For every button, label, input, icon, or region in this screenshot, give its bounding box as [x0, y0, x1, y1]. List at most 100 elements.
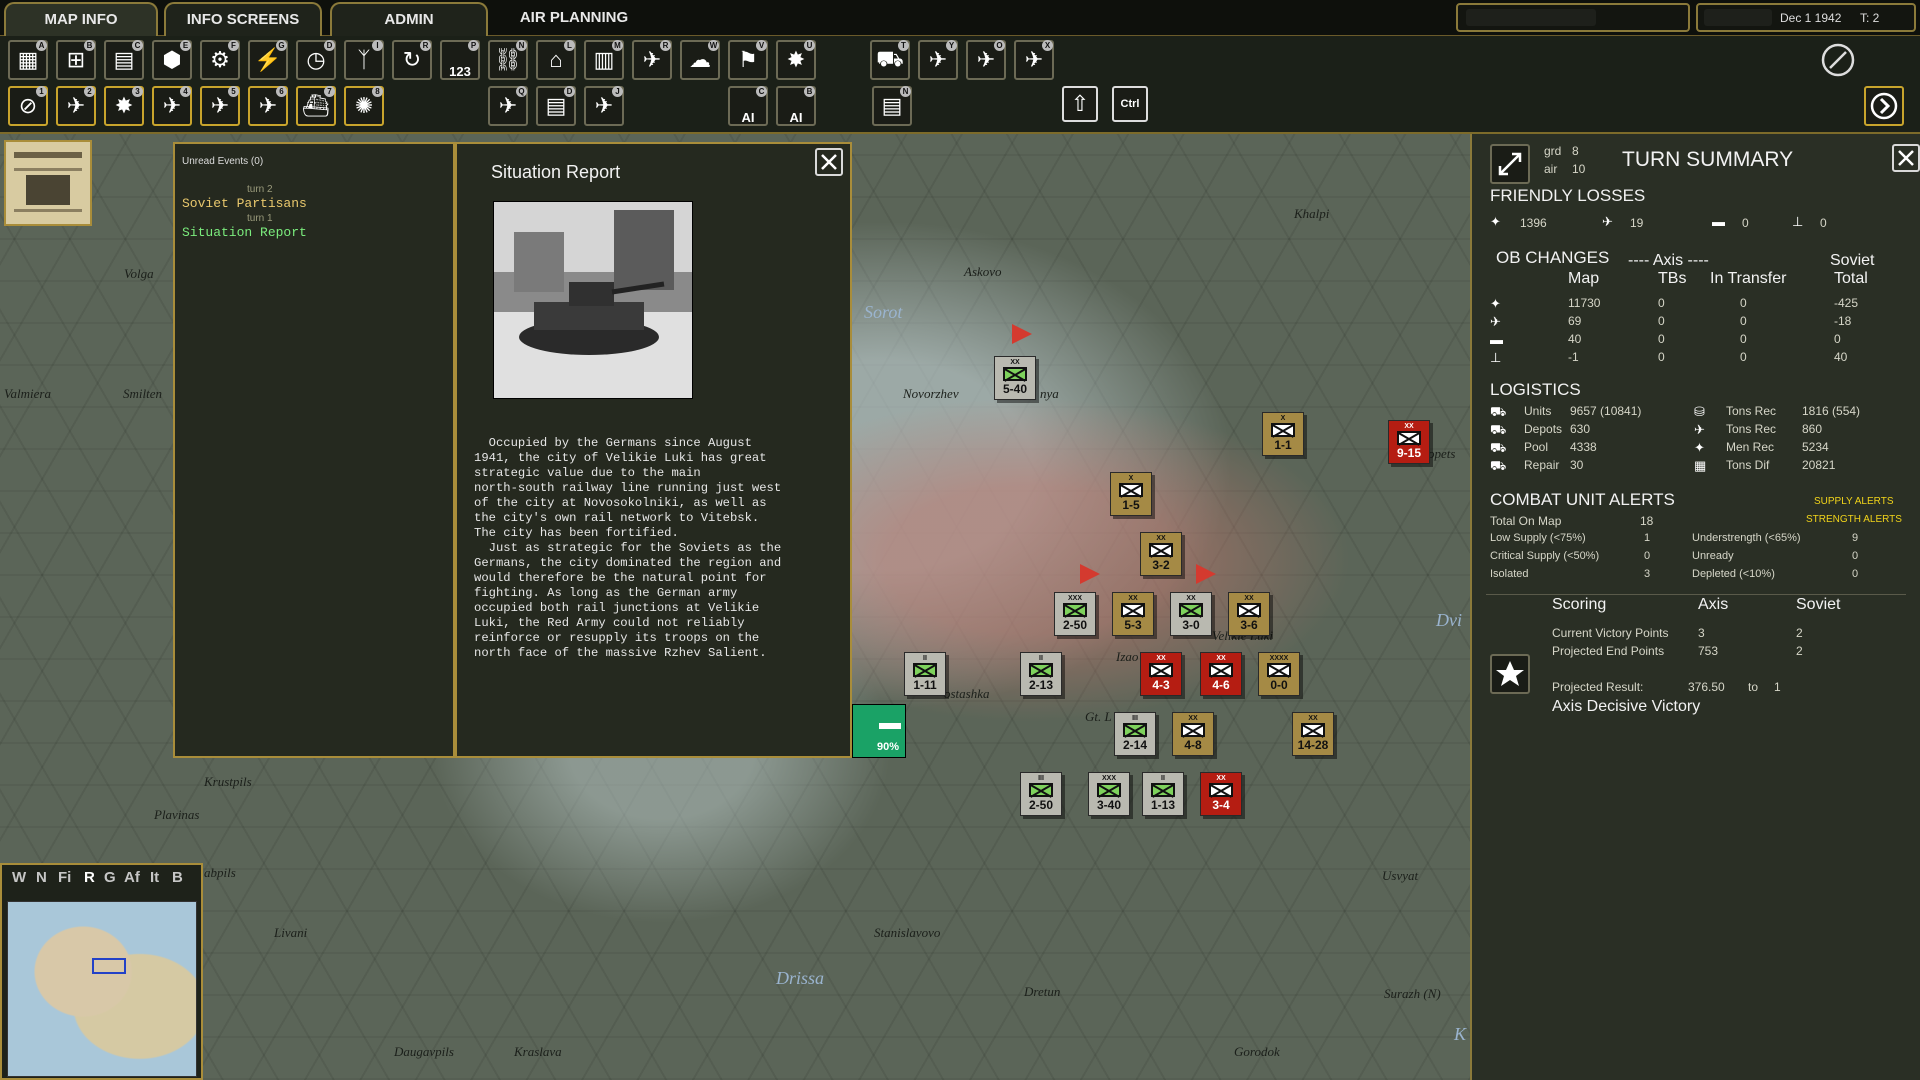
ctrl-key-button[interactable]: Ctrl — [1112, 86, 1148, 122]
compass-button[interactable] — [1818, 40, 1858, 80]
unit-counter[interactable]: XX 5-3 — [1112, 592, 1154, 636]
unit-counter[interactable]: X 1-5 — [1110, 472, 1152, 516]
unit-counter[interactable]: XX 9-15 — [1388, 420, 1430, 464]
unit-counter[interactable]: III 2-50 — [1020, 772, 1062, 816]
factory-button[interactable]: ⌂ L — [536, 40, 576, 80]
airfield-button[interactable]: ✈ R — [632, 40, 672, 80]
air-strike-button[interactable]: ✈ 6 — [248, 86, 288, 126]
hotkey-badge: P — [468, 40, 479, 51]
supply-truck-button[interactable]: ⛟ T — [870, 40, 910, 80]
tab-admin[interactable]: ADMIN — [330, 2, 488, 36]
air-cancel-button[interactable]: ⊘ 1 — [8, 86, 48, 126]
air-interdict-icon: ✈ — [210, 93, 230, 118]
hex-group-button[interactable]: ⬢ E — [152, 40, 192, 80]
unit-counter[interactable]: XX 14-28 — [1292, 712, 1334, 756]
air-directive-button[interactable]: ✈ Q — [488, 86, 528, 126]
minimap-viewport[interactable] — [92, 958, 126, 974]
doc-list-button[interactable]: ▤ N — [872, 86, 912, 126]
friendly-losses-title: FRIENDLY LOSSES — [1490, 186, 1646, 205]
flag-button[interactable]: ⚑ V — [728, 40, 768, 80]
supply-hex-marker[interactable]: 90% — [852, 704, 906, 758]
tab-map-info[interactable]: MAP INFO — [4, 2, 158, 36]
alert-value: 9 — [1852, 532, 1859, 544]
next-turn-button[interactable] — [1864, 86, 1904, 126]
building-button[interactable]: ▥ M — [584, 40, 624, 80]
scoring-soviet-header: Soviet — [1796, 596, 1841, 613]
ai-on-button[interactable]: AI C — [728, 86, 768, 126]
air-blast-button[interactable]: ✺ 8 — [344, 86, 384, 126]
network-button[interactable]: ⛓ N — [488, 40, 528, 80]
button-text: AI — [789, 110, 803, 125]
minimap-tab-b[interactable]: B — [172, 869, 183, 886]
strength-alerts-link[interactable]: STRENGTH ALERTS — [1806, 514, 1902, 525]
explosion-button[interactable]: ✸ U — [776, 40, 816, 80]
truck-icon: ⛟ — [1490, 458, 1507, 473]
minimap-tab-w[interactable]: W — [12, 869, 26, 886]
event-soviet-partisans[interactable]: Soviet Partisans — [182, 196, 307, 211]
minimap-tab-n[interactable]: N — [36, 869, 47, 886]
supply-alerts-link[interactable]: SUPPLY ALERTS — [1814, 496, 1894, 507]
unit-counter[interactable]: II 1-11 — [904, 652, 946, 696]
cycle-button[interactable]: ↻ R — [392, 40, 432, 80]
minimap-tab-it[interactable]: It — [150, 869, 159, 886]
victory-star-button[interactable] — [1490, 654, 1530, 694]
artillery-button[interactable]: ⚡ G — [248, 40, 288, 80]
air-ground-button[interactable]: ✈ 2 — [56, 86, 96, 126]
radio-tower-button[interactable]: ᛉI — [344, 40, 384, 80]
unit-counter[interactable]: XX 4-6 — [1200, 652, 1242, 696]
unit-counter-hq[interactable]: XXX 2-50 — [1054, 592, 1096, 636]
air-mission-button[interactable]: ✈ O — [966, 40, 1006, 80]
unit-counter[interactable]: XX 5-40 — [994, 356, 1036, 400]
air-interdict-button[interactable]: ✈ 5 — [200, 86, 240, 126]
weather-button[interactable]: ☁ W — [680, 40, 720, 80]
air-city-button[interactable]: ✈ 4 — [152, 86, 192, 126]
unit-counter-hq[interactable]: XXX 3-40 — [1088, 772, 1130, 816]
shift-key-button[interactable]: ⇧ — [1062, 86, 1098, 122]
ob-cell: 0 — [1740, 314, 1747, 328]
close-report-button[interactable] — [815, 148, 843, 176]
air-naval-button[interactable]: ⛴ 7 — [296, 86, 336, 126]
minimap-tab-fi[interactable]: Fi — [58, 869, 71, 886]
event-situation-report[interactable]: Situation Report — [182, 225, 307, 240]
newspaper-thumbnail[interactable] — [4, 140, 92, 226]
minimap-image[interactable] — [7, 901, 197, 1077]
unit-counter[interactable]: II 1-13 — [1142, 772, 1184, 816]
tab-air-planning[interactable]: AIR PLANNING — [496, 2, 652, 36]
air-supply-button[interactable]: ✈ Y — [918, 40, 958, 80]
summary-expand-button[interactable] — [1490, 144, 1530, 184]
unit-counter[interactable]: XX 3-6 — [1228, 592, 1270, 636]
unit-counter[interactable]: XX 3-0 — [1170, 592, 1212, 636]
air-off-button[interactable]: ✈ J — [584, 86, 624, 126]
unit-counter-hq[interactable]: XXXX 0-0 — [1258, 652, 1300, 696]
minimap-tab-g[interactable]: G — [104, 869, 116, 886]
clock-button[interactable]: ◷ D — [296, 40, 336, 80]
unit-counter[interactable]: XX 4-3 — [1140, 652, 1182, 696]
unit-counter[interactable]: X 1-1 — [1262, 412, 1304, 456]
map-plus-button[interactable]: ⊞ B — [56, 40, 96, 80]
ai-off-button[interactable]: AI B — [776, 86, 816, 126]
tab-info-screens[interactable]: INFO SCREENS — [164, 2, 322, 36]
place-nya: nya — [1040, 386, 1059, 401]
map-pages-button[interactable]: ▤ C — [104, 40, 144, 80]
gear-target-button[interactable]: ⚙ F — [200, 40, 240, 80]
place-gtl: Gt. L — [1085, 709, 1112, 724]
air-doc-button[interactable]: ▤ D — [536, 86, 576, 126]
minimap-tab-af[interactable]: Af — [124, 869, 140, 886]
logistics-label: Tons Dif — [1726, 458, 1770, 472]
minimap-tab-r[interactable]: R — [84, 869, 95, 886]
hotkey-badge: R — [420, 40, 431, 51]
unit-counter[interactable]: XX 4-8 — [1172, 712, 1214, 756]
air-bomb-button[interactable]: ✸ 3 — [104, 86, 144, 126]
unit-counter[interactable]: XX 3-2 — [1140, 532, 1182, 576]
events-panel: Unread Events (0) turn 2 Soviet Partisan… — [173, 142, 455, 758]
current-vp-soviet: 2 — [1796, 626, 1803, 640]
unit-counter[interactable]: II 2-13 — [1020, 652, 1062, 696]
map-overlay-button[interactable]: ▦ A — [8, 40, 48, 80]
ob-cell: 40 — [1834, 350, 1848, 364]
close-summary-button[interactable] — [1892, 144, 1920, 172]
unit-counter[interactable]: III 2-14 — [1114, 712, 1156, 756]
unit-counter[interactable]: XX 3-4 — [1200, 772, 1242, 816]
air-recon-button[interactable]: ✈ X — [1014, 40, 1054, 80]
hotkey-badge: 7 — [324, 86, 335, 97]
counter-123-button[interactable]: 123 P — [440, 40, 480, 80]
